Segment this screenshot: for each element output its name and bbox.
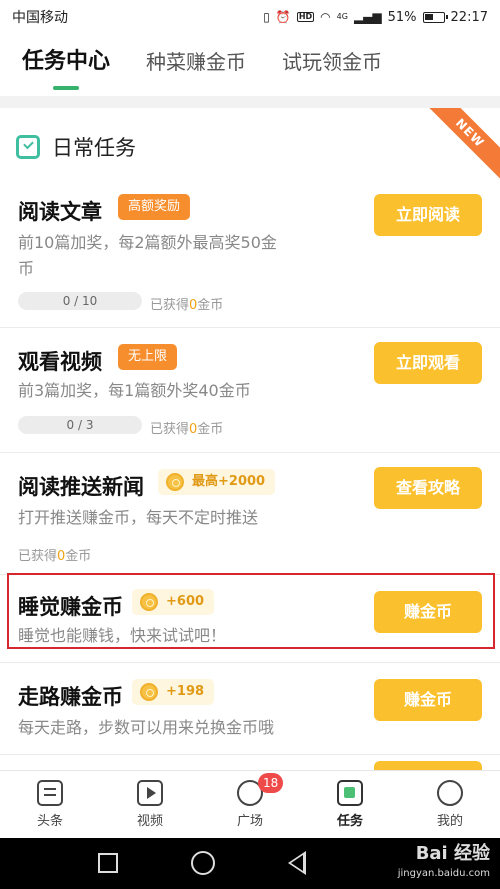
nav-item-tasks[interactable]: 任务: [300, 771, 400, 838]
watch-now-button[interactable]: 立即观看: [374, 342, 482, 384]
nav-label: 任务: [336, 814, 363, 829]
status-icons: ▯ ⏰ HD ◠ 4G ▂▄▆ 51% 22:17: [263, 10, 488, 25]
task-earned: 已获得0金币: [150, 418, 223, 437]
nav-label: 我的: [436, 814, 463, 829]
view-guide-button[interactable]: 查看攻略: [374, 467, 482, 509]
status-bar: 中国移动 ▯ ⏰ HD ◠ 4G ▂▄▆ 51% 22:17: [0, 0, 500, 34]
task-title: 阅读文章: [18, 200, 102, 224]
task-tag: 无上限: [118, 344, 178, 370]
back-icon[interactable]: [288, 851, 306, 875]
home-icon[interactable]: [191, 851, 215, 875]
checklist-icon: [16, 135, 40, 159]
task-title: 阅读推送新闻: [18, 475, 144, 499]
task-tag: 高额奖励: [118, 194, 191, 220]
partial-button: [374, 761, 482, 770]
alarm-icon: ⏰: [275, 10, 291, 24]
earned-prefix: 已获得: [150, 298, 190, 313]
task-row-push-news: 阅读推送新闻 最高+2000 打开推送赚金币，每天不定时推送 已获得0金币 查看…: [0, 453, 500, 575]
watermark-main: Bai 经验: [415, 843, 490, 864]
clock: 22:17: [450, 9, 488, 25]
battery-icon: [422, 11, 448, 23]
top-tabs: 任务中心 种菜赚金币 试玩领金币: [0, 34, 500, 96]
system-nav-bar: Bai 经验 jingyan.baidu.com: [0, 838, 500, 889]
earned-prefix: 已获得: [18, 549, 58, 564]
nav-item-mine[interactable]: 我的: [400, 771, 500, 838]
section-header: 日常任务: [16, 132, 136, 162]
vibrate-icon: ▯: [263, 10, 270, 24]
nav-item-video[interactable]: 视频: [100, 771, 200, 838]
task-row-partial: [0, 755, 500, 770]
daily-tasks-card: NEW 日常任务 阅读文章 高额奖励 前10篇加奖，每2篇额外最高奖50金 币 …: [0, 108, 500, 770]
coin-icon: [140, 683, 158, 701]
hd-icon: HD: [296, 12, 315, 22]
network-label: 4G: [336, 12, 348, 21]
profile-icon: [437, 780, 463, 806]
nav-label: 广场: [236, 814, 263, 829]
task-tag-text: 最高+2000: [192, 474, 266, 489]
task-icon: [337, 780, 363, 806]
task-row-walk-coins: 走路赚金币 +198 每天走路，步数可以用来兑换金币哦 赚金币: [0, 663, 500, 755]
news-icon: [37, 780, 63, 806]
video-icon: [137, 780, 163, 806]
baidu-watermark: Bai 经验 jingyan.baidu.com: [398, 844, 490, 884]
watermark-sub: jingyan.baidu.com: [397, 868, 490, 879]
nav-label: 头条: [36, 814, 63, 829]
nav-item-square[interactable]: 18 广场: [200, 771, 300, 838]
signal-icon: ▂▄▆: [353, 10, 382, 24]
recent-apps-icon[interactable]: [98, 853, 118, 873]
section-title: 日常任务: [52, 136, 136, 160]
tab-farm-coins[interactable]: 种菜赚金币: [146, 34, 246, 96]
task-desc-line1: 前10篇加奖，每2篇额外最高奖50金: [18, 233, 277, 252]
task-earned: 已获得0金币: [150, 294, 223, 313]
carrier-label: 中国移动: [12, 10, 68, 26]
tab-trial-coins[interactable]: 试玩领金币: [282, 34, 382, 96]
new-ribbon: NEW: [419, 108, 500, 184]
task-desc-line1: 打开推送赚金币，每天不定时推送: [18, 508, 259, 527]
task-tag: +198: [132, 679, 215, 705]
tab-task-center[interactable]: 任务中心: [22, 34, 110, 96]
task-title: 走路赚金币: [18, 685, 123, 709]
earned-suffix: 金币: [197, 422, 224, 437]
task-tag: 最高+2000: [158, 469, 276, 495]
read-now-button[interactable]: 立即阅读: [374, 194, 482, 236]
task-progress: 0 / 3: [18, 416, 142, 434]
nav-label: 视频: [136, 814, 163, 829]
task-desc-line1: 前3篇加奖，每1篇额外奖40金币: [18, 381, 251, 400]
nav-item-headlines[interactable]: 头条: [0, 771, 100, 838]
task-row-read-articles: 阅读文章 高额奖励 前10篇加奖，每2篇额外最高奖50金 币 0 / 10 已获…: [0, 178, 500, 328]
notification-badge: 18: [258, 773, 284, 793]
highlight-box: [7, 573, 495, 649]
earn-coins-button-walk[interactable]: 赚金币: [374, 679, 482, 721]
task-desc-line2: 币: [18, 259, 35, 278]
earned-suffix: 金币: [65, 549, 92, 564]
task-progress: 0 / 10: [18, 292, 142, 310]
task-earned: 已获得0金币: [18, 545, 91, 564]
task-title: 观看视频: [18, 350, 102, 374]
coin-icon: [166, 473, 184, 491]
earned-prefix: 已获得: [150, 422, 190, 437]
task-desc-line1: 每天走路，步数可以用来兑换金币哦: [18, 718, 275, 737]
wifi-icon: ◠: [320, 10, 331, 24]
bottom-nav: 头条 视频 18 广场 任务 我的: [0, 770, 500, 838]
task-tag-text: +198: [166, 684, 205, 699]
task-row-watch-videos: 观看视频 无上限 前3篇加奖，每1篇额外奖40金币 0 / 3 已获得0金币 立…: [0, 328, 500, 453]
earned-suffix: 金币: [197, 298, 224, 313]
battery-percent: 51%: [387, 9, 417, 25]
